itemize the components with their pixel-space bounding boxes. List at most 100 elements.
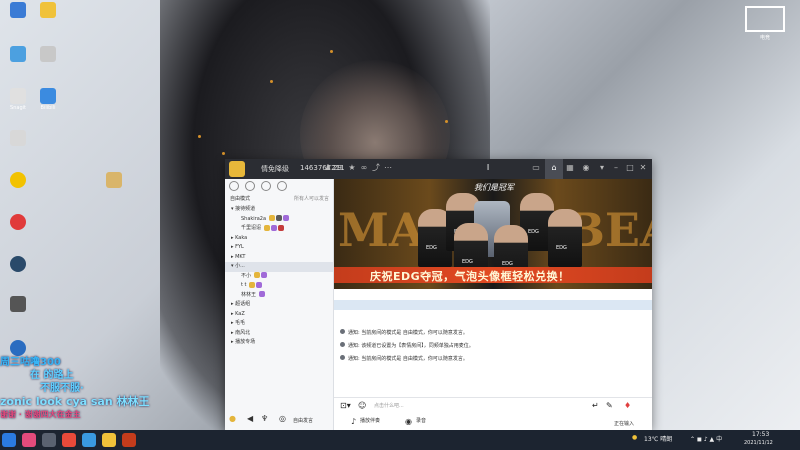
channel-item[interactable]: ▸ 超话组 [225,300,333,310]
event-banner[interactable]: MAK BEAK 我们是冠军 EDG EDG EDG EDG EDG EDG 庆… [334,179,652,289]
link-icon[interactable]: ∞ [359,163,369,173]
overlay-line: 谢谢 · 谢谢四大在金主 [0,410,81,419]
taskbar-app[interactable] [62,433,76,447]
mic-mode-icon[interactable]: ◎ [279,414,286,423]
chat-icon[interactable]: ▭ [531,163,541,173]
home-icon[interactable]: ⌂ [549,163,559,173]
channel-item[interactable]: ▸ Kaka [225,234,333,244]
channel-user[interactable]: 千里迢迢 [225,224,333,234]
search-icon[interactable] [276,181,287,191]
channel-item[interactable]: ▸ KaZ [225,310,333,320]
channel-user[interactable]: 林林王 [225,291,333,301]
system-message: 通知: 当前房间的模式是 自由模式，你可以随意发言。 [340,355,646,368]
main-area: MAK BEAK 我们是冠军 EDG EDG EDG EDG EDG EDG 庆… [334,179,652,431]
maximize-icon[interactable]: □ [625,163,635,173]
minimize-icon[interactable]: – [611,163,621,173]
desktop-icon[interactable]: Snagit [4,88,32,111]
stream-overlay: 周三咕噜300 在 的路上 不服不服· zonic look cya san 林… [0,356,200,421]
channel-name: 情免降级 [261,165,289,173]
desktop-icon[interactable] [4,172,32,189]
wallpaper-spark [445,120,448,123]
input-area[interactable]: ⊡▾ ☺ 点击什么吧... ↵ ✎ ♦ 正在输入 [334,397,652,431]
message-list: 通知: 当前房间的模式是 自由模式，你可以随意发言。 通知: 该频道已设置为【表… [340,329,646,368]
tray-icons[interactable]: ⌃ ◼ ♪ ▲ 中 [690,434,722,443]
gamepad-icon[interactable]: ◉ [581,163,591,173]
share-icon[interactable]: ⤴ [371,163,381,173]
speaker-icon[interactable]: ◀ [247,414,253,423]
microphone-icon[interactable]: ♆ [261,414,268,423]
location-icon[interactable] [244,181,255,191]
channel-list-panel: 自由模式 所有人可以发言 ▾ 接待频道 Shakira2a 千里迢迢 ▸ Kak… [225,179,334,430]
desktop-icon[interactable]: Bilibili [34,88,62,111]
taskbar-app[interactable] [82,433,96,447]
player-figure: EDG [548,209,582,267]
gamepad-icon[interactable]: ⊡▾ [340,401,351,410]
desktop-icon[interactable] [4,130,32,147]
record-icon[interactable]: ◉ [405,417,412,426]
title-bar[interactable]: 情免降级 1463767211 29 ♟ ★ ∞ ⤴ ⋯ I ▭ ⌂ ▦ ◉ ▾… [225,159,652,179]
more-icon[interactable]: ⋯ [383,163,393,173]
desktop-icon[interactable] [4,296,32,313]
channel-item-active[interactable]: ▾ 小... [225,262,333,272]
taskbar: ● 13℃ 晴朗 ⌃ ◼ ♪ ▲ 中 17:53 2021/11/12 [0,430,800,450]
channel-item[interactable]: ▸ 播放专场 [225,338,333,348]
clock-date[interactable]: 2021/11/12 [744,440,773,446]
music-icon[interactable]: ♪ [351,417,356,426]
avatar-icon[interactable]: ● [229,414,236,423]
info-icon [340,355,345,360]
weather-text[interactable]: 13℃ 晴朗 [644,434,672,443]
send-icon[interactable]: ↵ [592,401,599,410]
user-icon[interactable] [229,181,239,191]
mic-mode-label[interactable]: 自由发言 [293,417,313,424]
channel-user[interactable]: Shakira2a [225,215,333,225]
desktop-icon[interactable] [34,46,62,63]
taskbar-app[interactable] [22,433,36,447]
desktop-icon[interactable] [4,256,32,273]
channel-item[interactable]: ▾ 接待频道 [225,205,333,215]
close-icon[interactable]: ✕ [638,163,648,173]
voice-controls: ● ◀ ♆ ◎ 自由发言 [225,410,333,430]
input-status: 正在输入 [614,421,635,427]
desktop-icon[interactable] [4,340,32,357]
overlay-line: 在 的路上 [30,370,74,381]
channel-user[interactable]: t t [225,281,333,291]
channel-item[interactable]: ▸ MKT [225,253,333,263]
info-icon [340,342,345,347]
voice-chat-window: 情免降级 1463767211 29 ♟ ★ ∞ ⤴ ⋯ I ▭ ⌂ ▦ ◉ ▾… [225,159,652,431]
channel-item[interactable]: ▸ 毛毛 [225,319,333,329]
microphone-icon[interactable]: ♦ [624,401,631,410]
chat-bubble-icon[interactable]: ✎ [606,401,613,410]
desktop-icon[interactable] [4,46,32,63]
emoji-icon[interactable]: ☺ [358,401,366,410]
channel-item[interactable]: ▸ 南风北 [225,329,333,339]
grid-icon[interactable]: ▦ [565,163,575,173]
channel-avatar[interactable] [229,161,245,177]
clock-time[interactable]: 17:53 [752,431,769,438]
info-icon [340,329,345,334]
record-label[interactable]: 录音 [416,417,426,424]
mode-right: 所有人可以发言 [293,196,329,202]
shirt-icon[interactable]: ▾ [597,163,607,173]
system-message: 通知: 该频道已设置为【表情房间】，同频单独占用麦位。 [340,342,646,355]
channel-item[interactable]: ▸ FYL [225,243,333,253]
desktop-icon[interactable] [100,172,128,189]
taskbar-app[interactable] [42,433,56,447]
banner-footer-bar [334,300,652,310]
banner-strip-text: 庆祝EDG夺冠，气泡头像框轻松兑换！ [370,270,570,283]
desktop-icon[interactable] [4,2,32,19]
star-icon[interactable]: ★ [347,163,357,173]
grid-icon[interactable] [260,181,271,191]
desktop-icon[interactable] [4,214,32,231]
wallpaper-spark [270,80,273,83]
taskbar-app[interactable] [122,433,136,447]
online-count: 29 [333,164,342,172]
music-label[interactable]: 播放伴奏 [360,417,380,424]
start-button[interactable] [2,433,16,447]
taskbar-app[interactable] [102,433,116,447]
overlay-line: 周三咕噜300 [0,357,61,368]
desktop-icon[interactable] [34,2,62,19]
mode-row: 自由模式 所有人可以发言 [225,195,333,205]
banner-top-text: 我们是冠军 [474,183,514,192]
channel-user[interactable]: 不小 [225,272,333,282]
cursor-icon: I [486,163,490,172]
